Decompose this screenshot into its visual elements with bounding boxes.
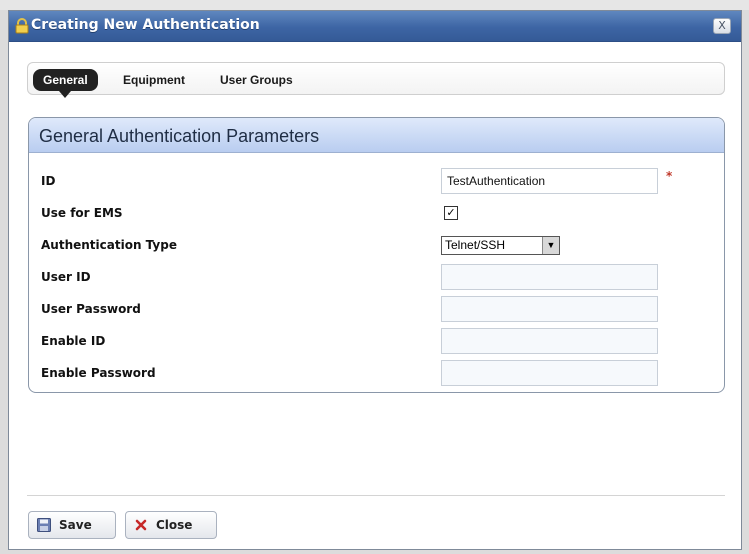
close-icon[interactable]: X [713, 18, 731, 34]
close-button-label: Close [156, 518, 193, 532]
user-id-field[interactable] [441, 264, 658, 290]
enable-password-label: Enable Password [41, 366, 156, 380]
authentication-type-value: Telnet/SSH [445, 238, 506, 252]
authentication-type-select[interactable]: Telnet/SSH ▼ [441, 236, 560, 255]
footer-divider [27, 495, 725, 496]
panel-header: General Authentication Parameters [29, 118, 724, 153]
enable-password-field[interactable] [441, 360, 658, 386]
title-bar[interactable]: Creating New Authentication X [9, 11, 741, 42]
close-button[interactable]: Close [125, 511, 217, 539]
dialog-window: Creating New Authentication X General Eq… [8, 10, 742, 550]
enable-id-label: Enable ID [41, 334, 106, 348]
user-password-label: User Password [41, 302, 141, 316]
user-password-field[interactable] [441, 296, 658, 322]
tab-user-groups[interactable]: User Groups [210, 69, 303, 91]
red-x-icon [135, 519, 147, 531]
lock-icon [15, 18, 29, 34]
authentication-type-label: Authentication Type [41, 238, 177, 252]
tab-equipment[interactable]: Equipment [113, 69, 195, 91]
floppy-disk-icon [37, 518, 51, 532]
id-label: ID [41, 174, 56, 188]
enable-id-field[interactable] [441, 328, 658, 354]
id-field[interactable]: TestAuthentication [441, 168, 658, 194]
use-for-ems-checkbox[interactable]: ✓ [444, 206, 458, 220]
tab-bar: General Equipment User Groups [27, 62, 725, 98]
general-parameters-panel: General Authentication Parameters ID Tes… [28, 117, 725, 393]
user-id-label: User ID [41, 270, 91, 284]
save-button-label: Save [59, 518, 92, 532]
panel-title: General Authentication Parameters [39, 126, 320, 146]
use-for-ems-label: Use for EMS [41, 206, 123, 220]
dialog-title: Creating New Authentication [31, 17, 260, 33]
required-marker-icon: * [666, 169, 673, 183]
tab-general[interactable]: General [33, 69, 98, 98]
desktop-background [0, 0, 749, 10]
save-button[interactable]: Save [28, 511, 116, 539]
chevron-down-icon[interactable]: ▼ [542, 237, 559, 254]
